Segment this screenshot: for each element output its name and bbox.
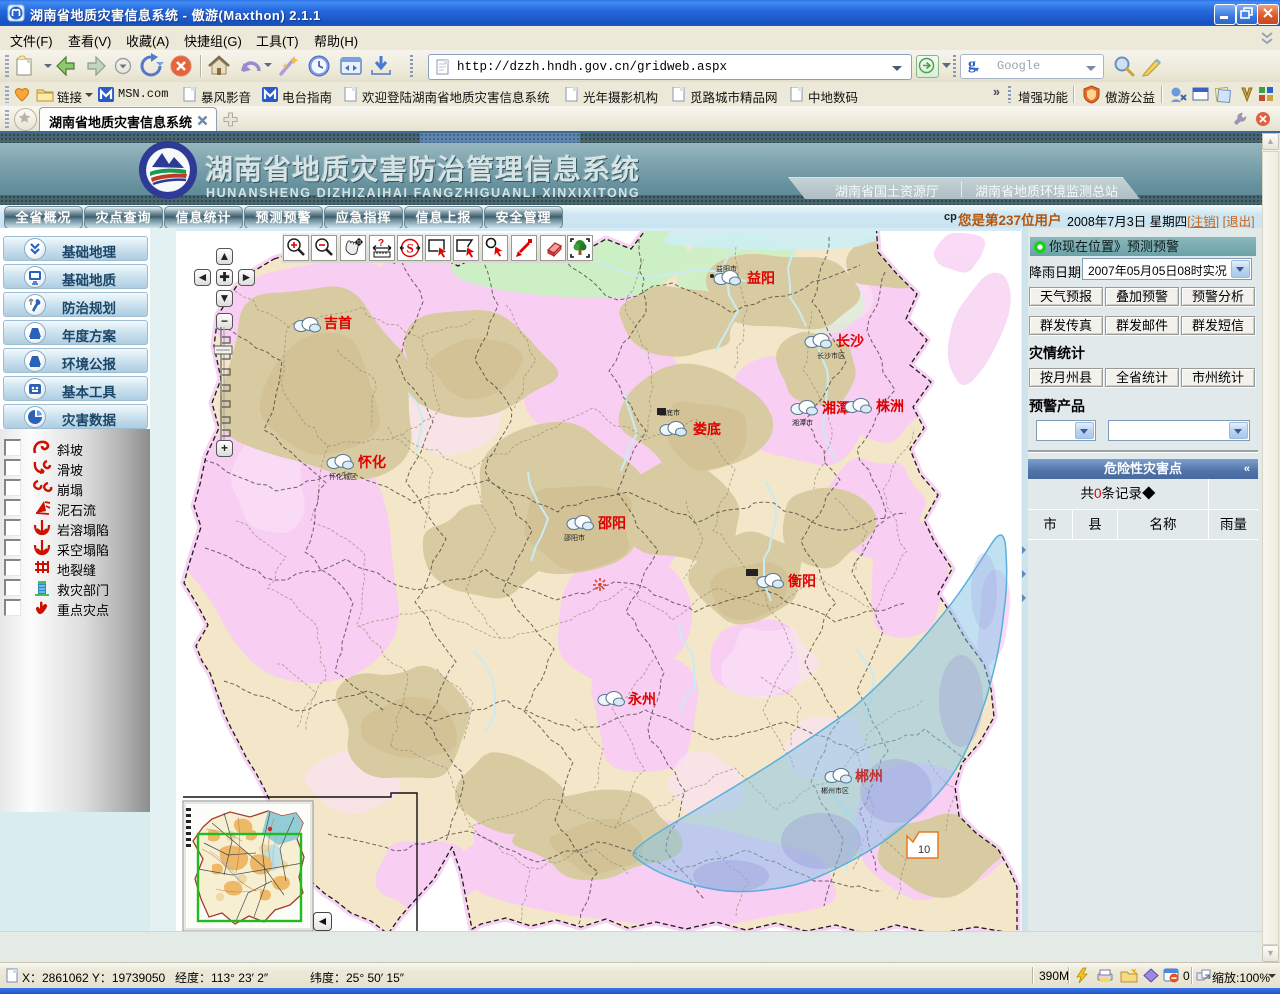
svg-text:株洲: 株洲	[876, 398, 904, 414]
svg-text:S: S	[407, 241, 414, 256]
svg-text:湘潭市: 湘潭市	[792, 418, 813, 427]
svg-text:郴州: 郴州	[855, 768, 883, 784]
svg-text:邵阳: 邵阳	[597, 515, 626, 531]
svg-text:长沙: 长沙	[836, 333, 864, 349]
svg-text:益阳: 益阳	[747, 270, 775, 286]
svg-text:永州: 永州	[627, 691, 656, 707]
svg-text:长沙市区: 长沙市区	[817, 351, 845, 360]
svg-text:娄底: 娄底	[693, 421, 721, 437]
svg-text:怀化城区: 怀化城区	[329, 472, 357, 481]
svg-text:郴州市区: 郴州市区	[821, 786, 849, 795]
svg-text:10: 10	[918, 844, 930, 856]
svg-text:吉首: 吉首	[324, 315, 352, 331]
svg-text:邵阳市: 邵阳市	[564, 533, 585, 542]
svg-text:衡阳: 衡阳	[788, 573, 816, 589]
svg-text:怀化: 怀化	[358, 454, 386, 470]
